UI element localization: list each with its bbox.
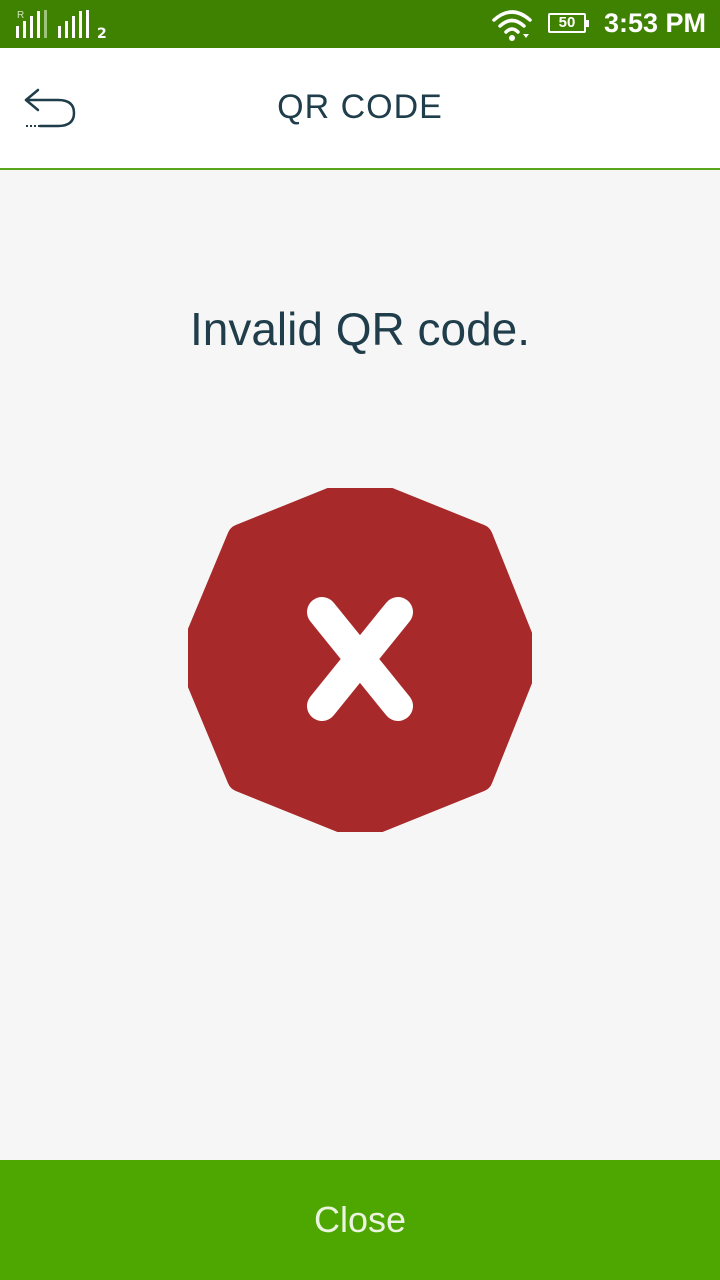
- sim2-label: 2: [97, 26, 107, 42]
- signal-sim2-icon: [58, 10, 92, 38]
- close-button[interactable]: Close: [0, 1160, 720, 1280]
- clock: 3:53 PM: [603, 8, 706, 38]
- error-x-icon: [177, 476, 541, 840]
- status-bar: R 2 50 3:53 PM: [0, 0, 720, 48]
- header-bar: QR CODE: [0, 48, 720, 170]
- page-title: QR CODE: [277, 88, 443, 126]
- battery-indicator: 50: [548, 13, 589, 33]
- signal-sim1-icon: [16, 10, 50, 38]
- error-message: Invalid QR code.: [189, 303, 531, 355]
- wifi-icon: [492, 8, 532, 47]
